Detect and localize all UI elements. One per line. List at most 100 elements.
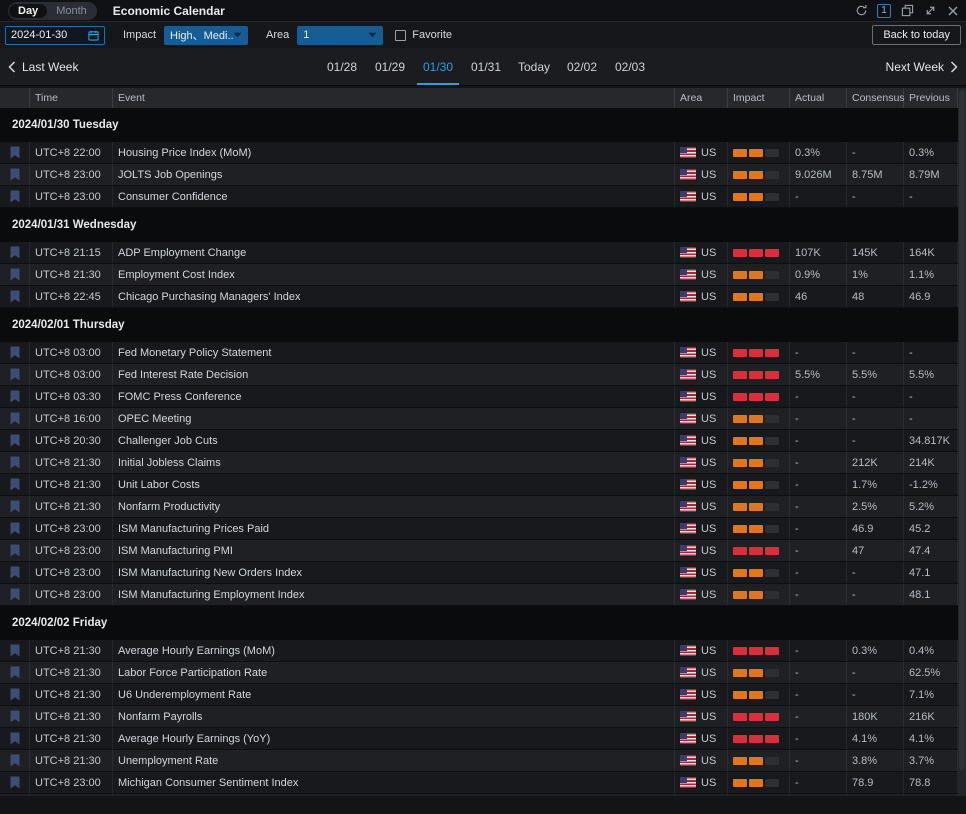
event-row[interactable]: UTC+8 21:30 Initial Jobless Claims US - …: [0, 452, 958, 474]
bookmark-cell[interactable]: [0, 518, 30, 539]
event-row[interactable]: UTC+8 21:30 U6 Underemployment Rate US -…: [0, 684, 958, 706]
event-row[interactable]: UTC+8 21:30 Nonfarm Payrolls US - 180K 2…: [0, 706, 958, 728]
back-to-today-button[interactable]: Back to today: [872, 25, 961, 45]
event-row[interactable]: UTC+8 23:00 Consumer Confidence US - - -: [0, 186, 958, 208]
event-row[interactable]: UTC+8 21:30 Nonfarm Productivity US - 2.…: [0, 496, 958, 518]
bookmark-cell[interactable]: [0, 264, 30, 285]
bookmark-icon[interactable]: [10, 368, 20, 381]
weeknav-day[interactable]: 01/30: [414, 48, 462, 85]
bookmark-icon[interactable]: [10, 268, 20, 281]
event-row[interactable]: UTC+8 23:00 ISM Manufacturing Prices Pai…: [0, 518, 958, 540]
bookmark-cell[interactable]: [0, 772, 30, 793]
bookmark-cell[interactable]: [0, 408, 30, 429]
bookmark-cell[interactable]: [0, 794, 30, 796]
bookmark-icon[interactable]: [10, 390, 20, 403]
bookmark-cell[interactable]: [0, 452, 30, 473]
bookmark-cell[interactable]: [0, 286, 30, 307]
bookmark-icon[interactable]: [10, 776, 20, 789]
event-row[interactable]: UTC+8 21:15 ADP Employment Change US 107…: [0, 242, 958, 264]
event-row[interactable]: UTC+8 23:00 Michigan Consumer Sentiment …: [0, 772, 958, 794]
event-row[interactable]: UTC+8 23:00 UoM 5-year Consumer Inflatio…: [0, 794, 958, 796]
refresh-icon[interactable]: [854, 4, 868, 18]
bookmark-icon[interactable]: [10, 500, 20, 513]
bookmark-cell[interactable]: [0, 540, 30, 561]
event-row[interactable]: UTC+8 21:30 Average Hourly Earnings (YoY…: [0, 728, 958, 750]
event-row[interactable]: UTC+8 23:00 ISM Manufacturing New Orders…: [0, 562, 958, 584]
bookmark-icon[interactable]: [10, 168, 20, 181]
bookmark-icon[interactable]: [10, 412, 20, 425]
tab-month[interactable]: Month: [47, 4, 96, 18]
bookmark-icon[interactable]: [10, 190, 20, 203]
bookmark-cell[interactable]: [0, 662, 30, 683]
bookmark-cell[interactable]: [0, 386, 30, 407]
bookmark-cell[interactable]: [0, 562, 30, 583]
bookmark-icon[interactable]: [10, 246, 20, 259]
weeknav-day[interactable]: 01/28: [318, 48, 366, 85]
event-row[interactable]: UTC+8 20:30 Challenger Job Cuts US - - 3…: [0, 430, 958, 452]
bookmark-icon[interactable]: [10, 544, 20, 557]
bookmark-cell[interactable]: [0, 706, 30, 727]
event-row[interactable]: UTC+8 21:30 Unit Labor Costs US - 1.7% -…: [0, 474, 958, 496]
close-icon[interactable]: [946, 4, 960, 18]
weeknav-day[interactable]: Today: [510, 48, 558, 85]
event-row[interactable]: UTC+8 21:30 Employment Cost Index US 0.9…: [0, 264, 958, 286]
event-row[interactable]: UTC+8 03:00 Fed Monetary Policy Statemen…: [0, 342, 958, 364]
area-dropdown[interactable]: 1: [297, 26, 383, 45]
bookmark-cell[interactable]: [0, 640, 30, 661]
bookmark-cell[interactable]: [0, 474, 30, 495]
weeknav-day[interactable]: 01/31: [462, 48, 510, 85]
bookmark-cell[interactable]: [0, 684, 30, 705]
bookmark-icon[interactable]: [10, 478, 20, 491]
event-row[interactable]: UTC+8 23:00 ISM Manufacturing PMI US - 4…: [0, 540, 958, 562]
bookmark-cell[interactable]: [0, 584, 30, 605]
bookmark-cell[interactable]: [0, 496, 30, 517]
weeknav-day[interactable]: 01/29: [366, 48, 414, 85]
bookmark-icon[interactable]: [10, 522, 20, 535]
bookmark-icon[interactable]: [10, 644, 20, 657]
restore-window-icon[interactable]: [900, 4, 914, 18]
event-row[interactable]: UTC+8 16:00 OPEC Meeting US - - -: [0, 408, 958, 430]
bookmark-icon[interactable]: [10, 566, 20, 579]
bookmark-cell[interactable]: [0, 242, 30, 263]
event-row[interactable]: UTC+8 21:30 Unemployment Rate US - 3.8% …: [0, 750, 958, 772]
bookmark-icon[interactable]: [10, 666, 20, 679]
bookmark-icon[interactable]: [10, 754, 20, 767]
event-row[interactable]: UTC+8 22:00 Housing Price Index (MoM) US…: [0, 142, 958, 164]
last-week-button[interactable]: Last Week: [8, 60, 78, 74]
bookmark-icon[interactable]: [10, 290, 20, 303]
bookmark-icon[interactable]: [10, 688, 20, 701]
date-picker[interactable]: 2024-01-30: [5, 26, 105, 45]
bookmark-icon[interactable]: [10, 710, 20, 723]
bookmark-cell[interactable]: [0, 430, 30, 451]
bookmark-cell[interactable]: [0, 342, 30, 363]
event-row[interactable]: UTC+8 03:00 Fed Interest Rate Decision U…: [0, 364, 958, 386]
scrollbar-thumb[interactable]: [959, 90, 965, 770]
tab-day[interactable]: Day: [9, 4, 47, 18]
bookmark-icon[interactable]: [10, 346, 20, 359]
next-week-button[interactable]: Next Week: [886, 60, 958, 74]
event-row[interactable]: UTC+8 23:00 ISM Manufacturing Employment…: [0, 584, 958, 606]
event-row[interactable]: UTC+8 21:30 Labor Force Participation Ra…: [0, 662, 958, 684]
impact-dropdown[interactable]: High、Medi...: [164, 26, 248, 45]
event-row[interactable]: UTC+8 22:45 Chicago Purchasing Managers'…: [0, 286, 958, 308]
favorite-checkbox[interactable]: [395, 30, 406, 41]
weeknav-day[interactable]: 02/02: [558, 48, 606, 85]
bookmark-cell[interactable]: [0, 164, 30, 185]
vertical-scrollbar[interactable]: [958, 88, 966, 796]
bookmark-icon[interactable]: [10, 146, 20, 159]
bookmark-cell[interactable]: [0, 750, 30, 771]
bookmark-icon[interactable]: [10, 434, 20, 447]
bookmark-cell[interactable]: [0, 186, 30, 207]
panel-count-icon[interactable]: 1: [877, 4, 891, 18]
bookmark-icon[interactable]: [10, 732, 20, 745]
event-row[interactable]: UTC+8 21:30 Average Hourly Earnings (MoM…: [0, 640, 958, 662]
bookmark-cell[interactable]: [0, 142, 30, 163]
event-row[interactable]: UTC+8 23:00 JOLTS Job Openings US 9.026M…: [0, 164, 958, 186]
event-row[interactable]: UTC+8 03:30 FOMC Press Conference US - -…: [0, 386, 958, 408]
bookmark-cell[interactable]: [0, 364, 30, 385]
bookmark-icon[interactable]: [10, 588, 20, 601]
bookmark-icon[interactable]: [10, 456, 20, 469]
expand-icon[interactable]: [923, 4, 937, 18]
weeknav-day[interactable]: 02/03: [606, 48, 654, 85]
bookmark-cell[interactable]: [0, 728, 30, 749]
